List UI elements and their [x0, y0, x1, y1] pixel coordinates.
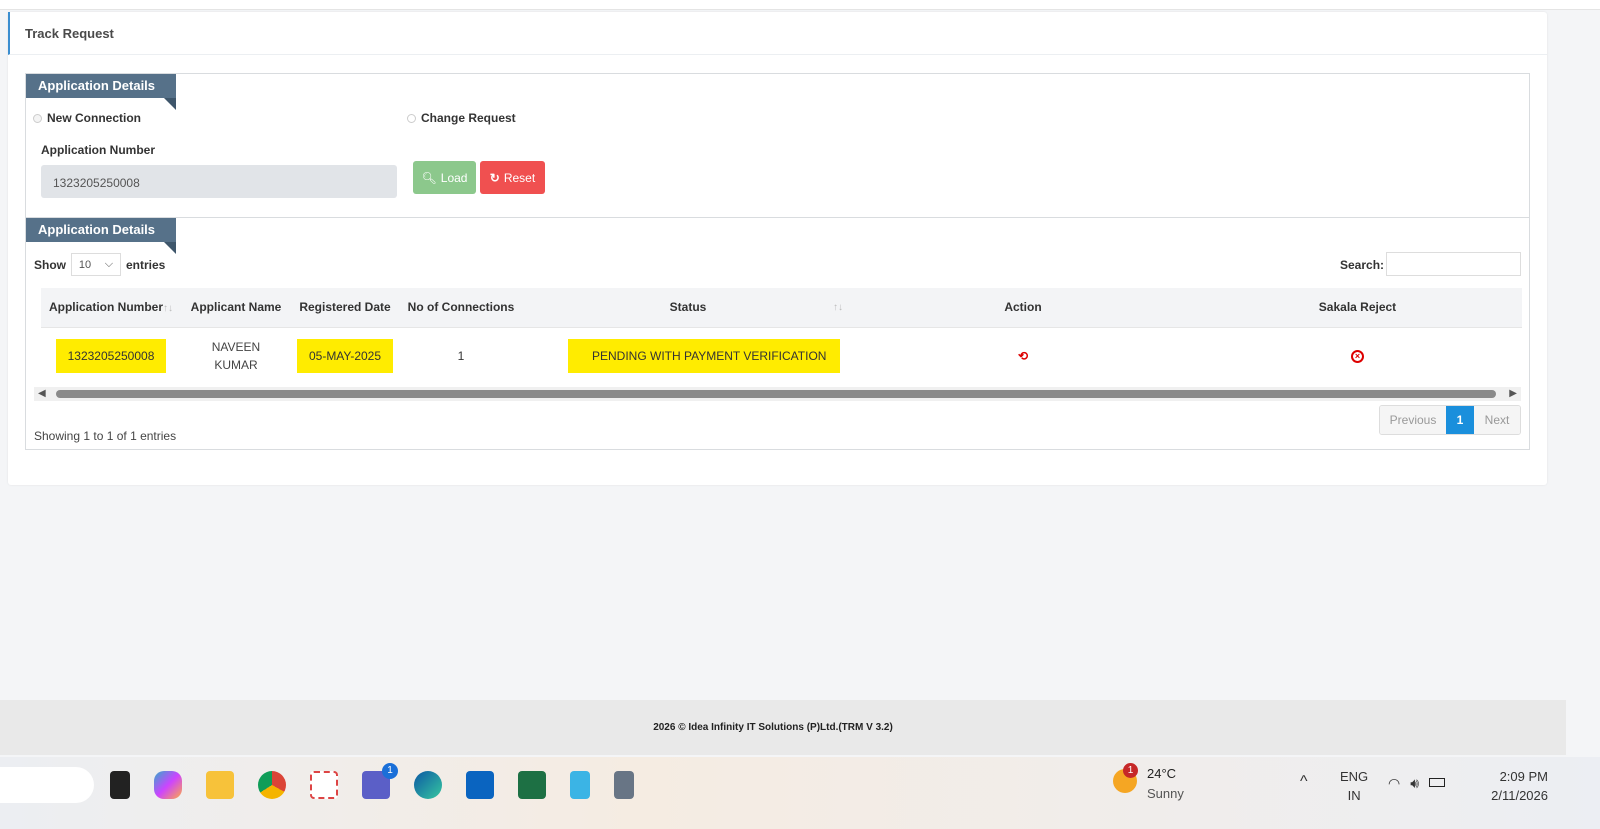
reset-button[interactable]: ↻ Reset	[480, 161, 545, 194]
reject-icon[interactable]: ×	[1351, 350, 1364, 364]
col-applicant[interactable]: Applicant Name	[181, 288, 291, 327]
page-title: Track Request	[25, 26, 114, 41]
file-explorer-icon[interactable]	[206, 771, 234, 799]
footer: 2026 © Idea Infinity IT Solutions (P)Ltd…	[0, 700, 1566, 755]
teams-badge: 1	[382, 763, 398, 779]
col-label: Application Number	[48, 300, 163, 315]
date: 2/11/2026	[1491, 788, 1548, 803]
applications-table: Application Number↑↓ Applicant Name Regi…	[41, 288, 1522, 384]
undo-icon[interactable]: ⟲	[1018, 349, 1028, 363]
cell-status: PENDING WITH PAYMENT VERIFICATION	[523, 327, 853, 384]
volume-icon[interactable]: 🔊︎	[1410, 775, 1419, 792]
col-connections[interactable]: No of Connections	[399, 288, 523, 327]
cell-action: ⟲	[853, 327, 1193, 384]
app-number-label: Application Number	[41, 143, 156, 157]
taskbar-widget-search[interactable]	[0, 767, 94, 803]
cell-applicant: NAVEEN KUMAR	[181, 327, 291, 384]
horizontal-scrollbar[interactable]: ◀ ▶	[34, 387, 1521, 401]
table-header-row: Application Number↑↓ Applicant Name Regi…	[41, 288, 1522, 327]
pagination: Previous 1 Next	[1379, 405, 1521, 435]
col-label: Status	[669, 300, 707, 315]
chevron-down-icon: ⌵	[104, 258, 114, 270]
radio-new-connection[interactable]: New Connection	[33, 111, 141, 125]
track-request-card: Track Request Application Details New Co…	[8, 12, 1547, 485]
table-row: 1323205250008 NAVEEN KUMAR 05-MAY-2025 1 …	[41, 327, 1522, 384]
cell-connections: 1	[457, 348, 465, 363]
load-button[interactable]: 🔍︎ Load	[413, 161, 476, 194]
app-number-input[interactable]: 1323205250008	[41, 165, 397, 198]
clock[interactable]: 2:09 PM 2/11/2026	[1491, 767, 1548, 805]
lang: ENG	[1340, 769, 1369, 784]
region: IN	[1347, 788, 1361, 803]
search-panel-tab: Application Details	[26, 74, 176, 110]
show-label: Show	[34, 257, 66, 272]
load-label: Load	[440, 170, 468, 185]
calculator-icon[interactable]	[614, 771, 634, 799]
results-panel-tab: Application Details	[26, 218, 176, 254]
radio-label: Change Request	[421, 111, 516, 125]
col-action[interactable]: Action	[853, 288, 1193, 327]
results-panel: Application Details Show 10 ⌵ entries Sea…	[25, 217, 1530, 450]
radio-icon[interactable]	[33, 113, 42, 123]
applicant-name: NAVEEN	[211, 339, 261, 354]
edge-icon[interactable]	[414, 771, 442, 799]
excel-icon[interactable]	[518, 771, 546, 799]
scroll-left-icon[interactable]: ◀	[38, 388, 46, 399]
wifi-icon[interactable]: ◠	[1388, 775, 1400, 792]
applicant-name: KUMAR	[214, 357, 258, 372]
search-label: Search:	[1340, 258, 1385, 272]
outlook-icon[interactable]	[466, 771, 494, 799]
teams-icon[interactable]: 1	[362, 763, 398, 799]
weather-condition: Sunny	[1147, 786, 1184, 801]
cell-sakala: ×	[1193, 327, 1522, 384]
entries-select[interactable]: 10 ⌵	[71, 253, 121, 276]
weather-badge: 1	[1123, 763, 1138, 778]
top-strip	[0, 0, 1600, 10]
scroll-right-icon[interactable]: ▶	[1509, 388, 1517, 399]
search-panel: Application Details New Connection Chang…	[25, 73, 1530, 218]
radio-change-request[interactable]: Change Request	[407, 111, 516, 125]
col-sakala-reject[interactable]: Sakala Reject	[1193, 288, 1522, 327]
weather-icon[interactable]: 1	[1113, 763, 1138, 793]
cell-app-number: 1323205250008	[41, 327, 181, 384]
entries-length: Show 10 ⌵ entries	[34, 253, 165, 276]
radio-icon[interactable]	[407, 113, 416, 123]
reset-label: Reset	[503, 170, 536, 185]
snipping-tool-icon[interactable]	[310, 771, 338, 799]
sort-icon: ↑↓	[163, 303, 173, 315]
notepad-icon[interactable]	[570, 771, 590, 799]
next-button[interactable]: Next	[1474, 406, 1520, 434]
weather-temp: 24°C	[1147, 766, 1177, 781]
task-view-icon[interactable]	[110, 771, 130, 799]
status-badge: PENDING WITH PAYMENT VERIFICATION	[568, 338, 841, 373]
chrome-icon[interactable]	[258, 771, 286, 799]
col-status[interactable]: Status ↑↓	[523, 288, 853, 327]
scrollbar-thumb[interactable]	[56, 390, 1496, 398]
footer-text: 2026 © Idea Infinity IT Solutions (P)Ltd…	[653, 722, 893, 733]
battery-icon[interactable]	[1429, 778, 1446, 787]
table-info: Showing 1 to 1 of 1 entries	[34, 429, 177, 443]
search-input[interactable]	[1386, 252, 1521, 276]
registered-date: 05-MAY-2025	[296, 338, 394, 373]
entries-value: 10	[78, 258, 92, 271]
page-1-button[interactable]: 1	[1446, 406, 1474, 434]
time: 2:09 PM	[1499, 769, 1548, 784]
sort-icon: ↑↓	[833, 302, 843, 313]
language-indicator[interactable]: ENG IN	[1340, 767, 1368, 805]
copilot-icon[interactable]	[154, 771, 182, 799]
cell-registered: 05-MAY-2025	[291, 327, 399, 384]
col-app-number[interactable]: Application Number↑↓	[41, 288, 181, 327]
search-icon: 🔍︎	[421, 170, 437, 185]
chevron-up-icon[interactable]: ^	[1300, 773, 1308, 791]
previous-button[interactable]: Previous	[1380, 406, 1446, 434]
app-number-value: 1323205250008	[55, 338, 167, 373]
col-registered[interactable]: Registered Date	[291, 288, 399, 327]
card-header: Track Request	[8, 12, 1547, 55]
taskbar: 1 1 24°C Sunny ^ ENG IN ◠ 🔊︎ 2:09 PM 2/11/2…	[0, 757, 1600, 829]
refresh-icon: ↻	[489, 170, 500, 185]
entries-label: entries	[126, 257, 166, 272]
radio-label: New Connection	[47, 111, 142, 125]
